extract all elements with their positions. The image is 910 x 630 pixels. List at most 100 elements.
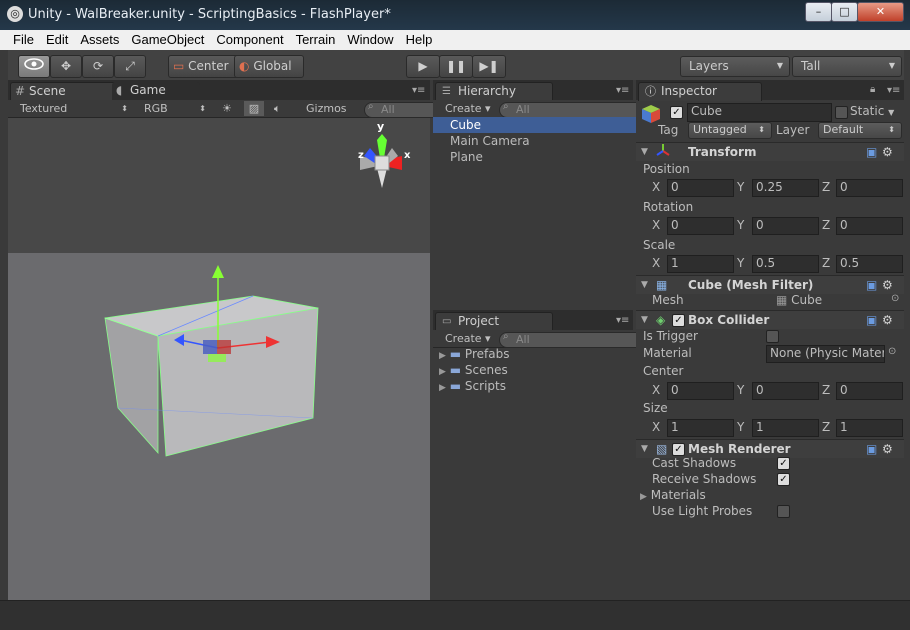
audio-toggle-icon[interactable]: 🔈︎ bbox=[274, 101, 281, 116]
panel-menu-icon[interactable]: ▾≡ bbox=[616, 85, 629, 96]
static-checkbox[interactable] bbox=[835, 106, 848, 119]
help-icon[interactable]: ▣ bbox=[866, 143, 877, 161]
box-collider-enabled-checkbox[interactable]: ✓ bbox=[672, 314, 685, 327]
position-y-field[interactable]: 0.25 bbox=[752, 179, 819, 197]
layout-dropdown[interactable]: Tall ▼ bbox=[792, 56, 902, 77]
use-light-probes-checkbox[interactable] bbox=[777, 505, 790, 518]
pivot-label: Center bbox=[188, 59, 229, 73]
step-button[interactable]: ▶❚ bbox=[472, 55, 506, 78]
scale-z-field[interactable]: 0.5 bbox=[836, 255, 903, 273]
menu-assets[interactable]: Assets bbox=[74, 30, 125, 47]
color-mode-dropdown[interactable]: RGB ⬍ bbox=[144, 101, 208, 116]
object-picker-icon[interactable]: ⊙ bbox=[891, 293, 899, 304]
gear-icon[interactable]: ⚙ bbox=[882, 440, 893, 458]
list-item[interactable]: ▶ ▬ Prefabs bbox=[433, 346, 639, 362]
tab-inspector[interactable]: ⓘ Inspector bbox=[638, 82, 762, 101]
center-x-field[interactable]: 0 bbox=[667, 382, 734, 400]
list-item[interactable]: Main Camera bbox=[433, 133, 650, 149]
rotation-z-field[interactable]: 0 bbox=[836, 217, 903, 235]
close-button[interactable]: ✕ bbox=[857, 2, 904, 22]
menu-file[interactable]: File bbox=[0, 30, 40, 47]
scene-viewport[interactable]: y x z bbox=[8, 118, 430, 600]
scale-tool-icon[interactable]: ⤢ bbox=[114, 55, 146, 78]
help-icon[interactable]: ▣ bbox=[866, 276, 877, 294]
pause-button[interactable]: ❚❚ bbox=[439, 55, 473, 78]
position-z-field[interactable]: 0 bbox=[836, 179, 903, 197]
render-mode-dropdown[interactable]: Textured ⬍ bbox=[20, 101, 130, 116]
minimize-button[interactable]: – bbox=[805, 2, 832, 22]
receive-shadows-checkbox[interactable]: ✓ bbox=[777, 473, 790, 486]
list-item[interactable]: ▶ ▬ Scripts bbox=[433, 378, 639, 394]
rotation-y-field[interactable]: 0 bbox=[752, 217, 819, 235]
orientation-gizmo[interactable]: y x z bbox=[348, 120, 414, 200]
position-x-field[interactable]: 0 bbox=[667, 179, 734, 197]
menu-window[interactable]: Window bbox=[341, 30, 399, 47]
move-tool-icon[interactable]: ✥ bbox=[50, 55, 82, 78]
gear-icon[interactable]: ⚙ bbox=[882, 311, 893, 329]
maximize-button[interactable]: □ bbox=[831, 2, 858, 22]
menu-help[interactable]: Help bbox=[400, 30, 439, 47]
tag-dropdown[interactable]: Untagged ⬍ bbox=[688, 122, 772, 139]
material-field[interactable]: None (Physic Mater bbox=[766, 345, 885, 363]
center-z-field[interactable]: 0 bbox=[836, 382, 903, 400]
tag-value: Untagged bbox=[693, 123, 747, 136]
list-item[interactable]: Cube bbox=[433, 117, 650, 133]
hierarchy-search-input[interactable]: All bbox=[499, 102, 645, 118]
list-item[interactable]: ▶ ▬ Scenes bbox=[433, 362, 639, 378]
panel-menu-icon[interactable]: ▾≡ bbox=[412, 85, 425, 96]
size-x-field[interactable]: 1 bbox=[667, 419, 734, 437]
axis-x-label: X bbox=[652, 420, 661, 434]
axis-y-label: Y bbox=[737, 420, 745, 434]
gear-icon[interactable]: ⚙ bbox=[882, 276, 893, 294]
active-checkbox[interactable]: ✓ bbox=[670, 106, 683, 119]
panel-menu-icon[interactable]: ▾≡ bbox=[616, 315, 629, 326]
tab-hierarchy[interactable]: ☰ Hierarchy bbox=[435, 82, 553, 101]
lock-icon[interactable]: 🔒︎ bbox=[870, 84, 875, 95]
view-tool-eye-icon[interactable] bbox=[18, 55, 50, 78]
expand-arrow-icon[interactable]: ▶ bbox=[439, 367, 446, 377]
help-icon[interactable]: ▣ bbox=[866, 440, 877, 458]
panel-menu-icon[interactable]: ▾≡ bbox=[887, 85, 900, 96]
hierarchy-create-dropdown[interactable]: Create ▾ bbox=[445, 101, 491, 116]
gizmos-dropdown[interactable]: Gizmos ▾ bbox=[306, 101, 354, 130]
is-trigger-checkbox[interactable] bbox=[766, 330, 779, 343]
materials-foldout[interactable]: ▶ Materials bbox=[640, 487, 706, 503]
menu-edit[interactable]: Edit bbox=[40, 30, 74, 47]
mesh-value-field[interactable]: ▦ Cube bbox=[776, 292, 822, 308]
transform-header[interactable]: ▼ Transform ▣ ⚙ bbox=[636, 142, 904, 161]
list-item[interactable]: Plane bbox=[433, 149, 650, 165]
layers-dropdown[interactable]: Layers ▼ bbox=[680, 56, 790, 77]
object-picker-icon[interactable]: ⊙ bbox=[888, 346, 896, 357]
menu-component[interactable]: Component bbox=[210, 30, 289, 47]
center-y-field[interactable]: 0 bbox=[752, 382, 819, 400]
project-create-dropdown[interactable]: Create ▾ bbox=[445, 331, 491, 346]
menu-terrain[interactable]: Terrain bbox=[290, 30, 342, 47]
tab-game[interactable]: ◖ Game bbox=[112, 82, 200, 100]
expand-arrow-icon[interactable]: ▶ bbox=[439, 351, 446, 361]
tab-project[interactable]: ▭ Project bbox=[435, 312, 553, 331]
size-z-field[interactable]: 1 bbox=[836, 419, 903, 437]
rotate-tool-icon[interactable]: ⟳ bbox=[82, 55, 114, 78]
play-button[interactable]: ▶ bbox=[406, 55, 440, 78]
rotation-x-field[interactable]: 0 bbox=[667, 217, 734, 235]
static-text: Static bbox=[850, 104, 885, 118]
scene-search-input[interactable]: All bbox=[364, 102, 442, 118]
cast-shadows-checkbox[interactable]: ✓ bbox=[777, 457, 790, 470]
scale-y-field[interactable]: 0.5 bbox=[752, 255, 819, 273]
expand-arrow-icon[interactable]: ▶ bbox=[439, 383, 446, 393]
box-collider-header[interactable]: ▼ ◈ ✓ Box Collider ▣ ⚙ bbox=[636, 310, 904, 329]
lighting-toggle-icon[interactable]: ☀ bbox=[222, 101, 232, 116]
space-global-button[interactable]: ◐ Global bbox=[234, 55, 304, 78]
size-y-field[interactable]: 1 bbox=[752, 419, 819, 437]
layer-dropdown[interactable]: Default ⬍ bbox=[818, 122, 902, 139]
gear-icon[interactable]: ⚙ bbox=[882, 143, 893, 161]
window-title: Unity - WalBreaker.unity - ScriptingBasi… bbox=[28, 7, 391, 22]
tab-scene-label: Scene bbox=[29, 84, 66, 98]
scale-x-field[interactable]: 1 bbox=[667, 255, 734, 273]
tab-scene[interactable]: # Scene bbox=[10, 82, 124, 101]
help-icon[interactable]: ▣ bbox=[866, 311, 877, 329]
menu-gameobject[interactable]: GameObject bbox=[125, 30, 210, 47]
pivot-center-button[interactable]: ▭ Center bbox=[168, 55, 240, 78]
object-name-field[interactable]: Cube bbox=[687, 103, 832, 122]
image-effects-icon[interactable]: ▨ bbox=[244, 101, 264, 116]
